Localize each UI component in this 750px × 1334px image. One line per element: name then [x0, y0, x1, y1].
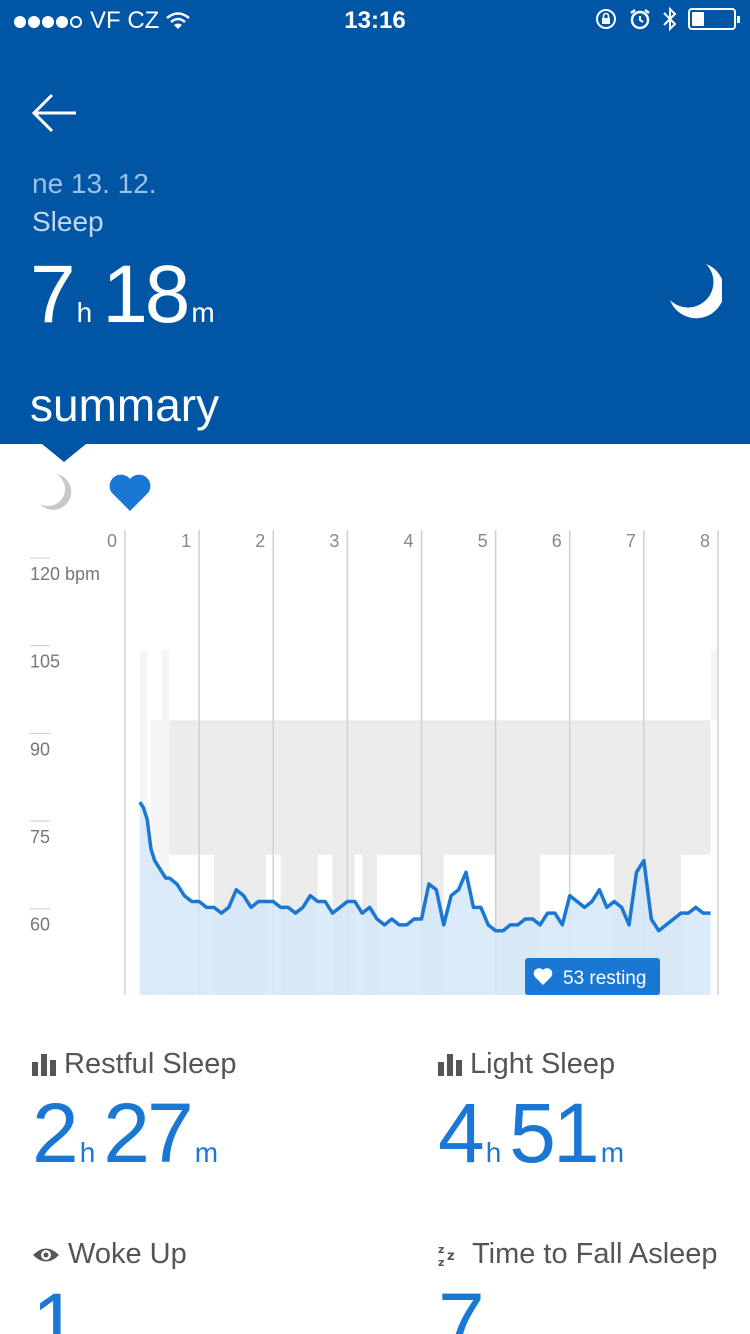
- y-tick-label: 105: [30, 652, 60, 672]
- x-tick-label: 1: [181, 531, 191, 551]
- back-arrow-icon[interactable]: [30, 92, 78, 134]
- tab-heart-rate[interactable]: [106, 470, 154, 514]
- status-bar: VF CZ 13:16: [0, 0, 750, 42]
- bar-chart-icon: [32, 1053, 56, 1076]
- x-tick-label: 2: [255, 531, 265, 551]
- x-tick-label: 3: [329, 531, 339, 551]
- heart-rate-chart-svg: 0 1 2 3 4 5 6 7 8 120 bpm 105 90 75 60 53 resting: [30, 530, 719, 995]
- stat-light-sleep: Light Sleep 4 h 51 m: [438, 1048, 632, 1182]
- duration-hours: 7: [30, 249, 76, 340]
- tab-sleep[interactable]: [30, 470, 78, 514]
- x-tick-label: 6: [552, 531, 562, 551]
- duration-minutes-unit: m: [191, 297, 215, 328]
- moon-icon: [670, 264, 722, 319]
- stat-value: 7: [438, 1276, 485, 1334]
- alarm-icon: [630, 9, 650, 30]
- duration-hours-unit: h: [76, 297, 93, 328]
- sleep-date: ne 13. 12.: [32, 168, 157, 199]
- x-tick-label: 8: [700, 531, 710, 551]
- x-tick-label: 5: [478, 531, 488, 551]
- stat-label: Light Sleep: [470, 1048, 616, 1080]
- stat-restful-sleep: Restful Sleep 2 h 27 m: [32, 1048, 237, 1182]
- heart-rate-chart: 0 1 2 3 4 5 6 7 8 120 bpm 105 90 75 60 53 resting: [0, 520, 750, 1010]
- tab-pointer: [42, 444, 86, 462]
- status-icons: [594, 6, 740, 32]
- y-tick-label: 60: [30, 915, 50, 935]
- stat-woke-up: Woke Up 1 x: [32, 1238, 187, 1334]
- rotation-lock-icon: [596, 9, 616, 29]
- stat-time-to-fall-asleep: z z z Time to Fall Asleep 7: [438, 1238, 718, 1334]
- stat-label: Time to Fall Asleep: [472, 1238, 718, 1270]
- svg-text:z: z: [438, 1256, 444, 1267]
- resting-label: 53 resting: [563, 968, 646, 989]
- x-tick-label: 7: [626, 531, 636, 551]
- x-tick-label: 0: [107, 531, 117, 551]
- moon-icon: [40, 474, 72, 510]
- sleep-stage-band: [169, 720, 711, 855]
- eye-icon: [33, 1248, 59, 1261]
- zzz-icon: z z z: [438, 1243, 455, 1267]
- x-tick-label: 4: [403, 531, 413, 551]
- y-tick-label: 120 bpm: [30, 564, 100, 584]
- bar-chart-icon: [438, 1053, 462, 1076]
- stat-value: 1 x: [32, 1276, 94, 1334]
- sleep-stage-band: [710, 650, 718, 721]
- y-tick-label: 75: [30, 827, 50, 847]
- y-tick-label: 90: [30, 739, 50, 759]
- metric-name: Sleep: [32, 206, 104, 237]
- section-title: summary: [30, 379, 220, 431]
- sleep-duration: 7 h 18 m: [30, 248, 225, 342]
- stat-label: Woke Up: [68, 1238, 187, 1270]
- bluetooth-icon: [663, 6, 677, 32]
- battery-icon: [688, 8, 740, 30]
- heart-icon: [109, 474, 151, 511]
- svg-text:z: z: [438, 1243, 444, 1256]
- stat-label: Restful Sleep: [64, 1048, 237, 1080]
- svg-text:z: z: [447, 1249, 455, 1264]
- duration-minutes: 18: [102, 249, 190, 340]
- view-tabs: [30, 470, 154, 514]
- sleep-header: VF CZ 13:16 ne 13. 12. Sleep 7 h 18 m su…: [0, 0, 750, 444]
- stat-value: 4 h 51 m: [438, 1086, 625, 1180]
- stat-value: 2 h 27 m: [32, 1086, 219, 1180]
